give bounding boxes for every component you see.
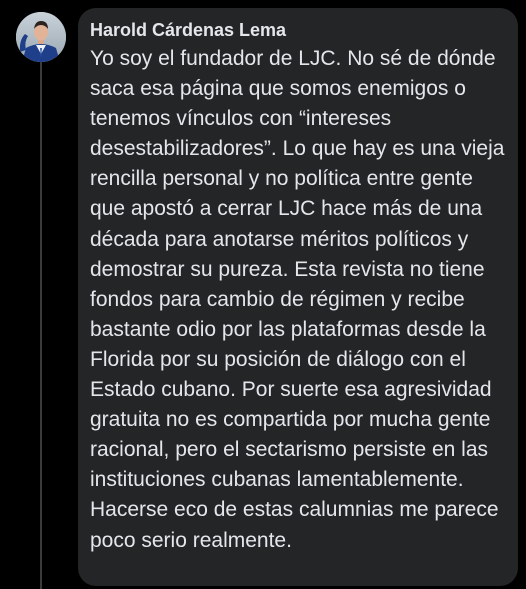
comment-text: Yo soy el fundador de LJC. No sé de dónd…	[90, 47, 505, 552]
thread-connector-line	[40, 62, 42, 589]
comment-author-name[interactable]: Harold Cárdenas Lema	[90, 17, 508, 43]
comment-thread: Harold Cárdenas Lema Yo soy el fundador …	[0, 0, 526, 589]
comment-bubble: Harold Cárdenas Lema Yo soy el fundador …	[78, 8, 518, 586]
avatar[interactable]	[16, 12, 66, 62]
avatar-image	[16, 12, 66, 62]
